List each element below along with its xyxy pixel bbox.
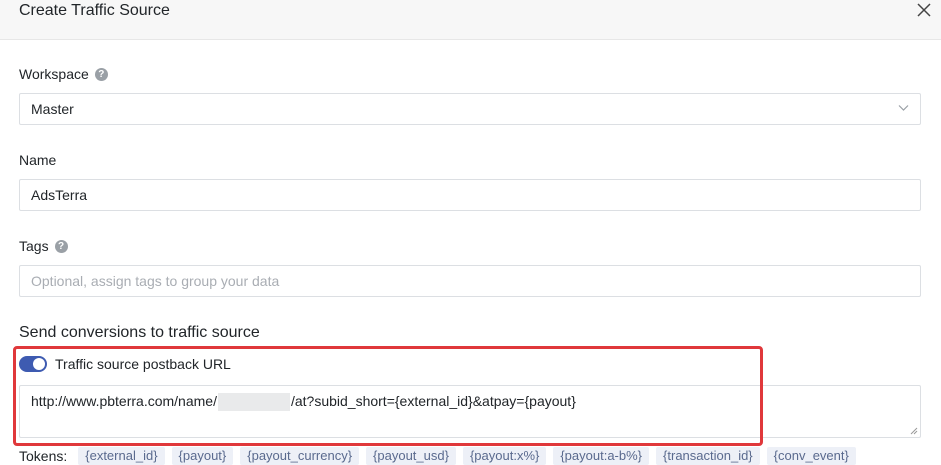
- token-chip[interactable]: {payout_usd}: [366, 447, 456, 465]
- tags-label-text: Tags: [19, 238, 49, 254]
- postback-toggle-label: Traffic source postback URL: [55, 356, 231, 372]
- help-icon[interactable]: ?: [54, 239, 68, 253]
- name-label-text: Name: [19, 152, 57, 168]
- section-title: Send conversions to traffic source: [19, 324, 260, 341]
- name-value: AdsTerra: [31, 187, 88, 203]
- token-chip[interactable]: {payout:a-b%}: [553, 447, 650, 465]
- tags-label: Tags ?: [19, 238, 68, 254]
- workspace-label-text: Workspace: [19, 66, 89, 82]
- tokens-label: Tokens:: [19, 448, 68, 464]
- resize-handle-icon[interactable]: [910, 427, 918, 435]
- redacted-segment: [217, 393, 290, 412]
- name-input[interactable]: AdsTerra: [19, 179, 921, 211]
- dialog-title: Create Traffic Source: [19, 2, 170, 19]
- token-chip[interactable]: {transaction_id}: [656, 447, 760, 465]
- token-chip[interactable]: {conv_event}: [766, 447, 856, 465]
- workspace-value: Master: [31, 101, 74, 117]
- chevron-down-icon: [898, 105, 909, 111]
- name-label: Name: [19, 152, 56, 168]
- postback-toggle[interactable]: [19, 356, 47, 372]
- token-chip[interactable]: {payout}: [171, 447, 234, 465]
- close-icon[interactable]: [916, 2, 932, 18]
- help-icon[interactable]: ?: [94, 67, 108, 81]
- postback-toggle-row: Traffic source postback URL: [19, 356, 231, 372]
- tags-input[interactable]: Optional, assign tags to group your data: [19, 265, 921, 297]
- tokens-row: Tokens: {external_id} {payout} {payout_c…: [19, 447, 856, 465]
- workspace-label: Workspace ?: [19, 66, 108, 82]
- postback-url-prefix: http://www.pbterra.com/name/: [31, 393, 217, 409]
- postback-url-textarea[interactable]: http://www.pbterra.com/name/ /at?subid_sh…: [19, 385, 921, 438]
- workspace-select[interactable]: Master: [19, 93, 921, 125]
- dialog-header: Create Traffic Source: [0, 0, 941, 40]
- toggle-knob: [33, 358, 45, 370]
- token-chip[interactable]: {payout:x%}: [462, 447, 547, 465]
- postback-url-suffix: /at?subid_short={external_id}&atpay={pay…: [290, 393, 576, 409]
- tags-placeholder: Optional, assign tags to group your data: [31, 273, 280, 289]
- token-chip[interactable]: {external_id}: [78, 447, 165, 465]
- token-chip[interactable]: {payout_currency}: [240, 447, 360, 465]
